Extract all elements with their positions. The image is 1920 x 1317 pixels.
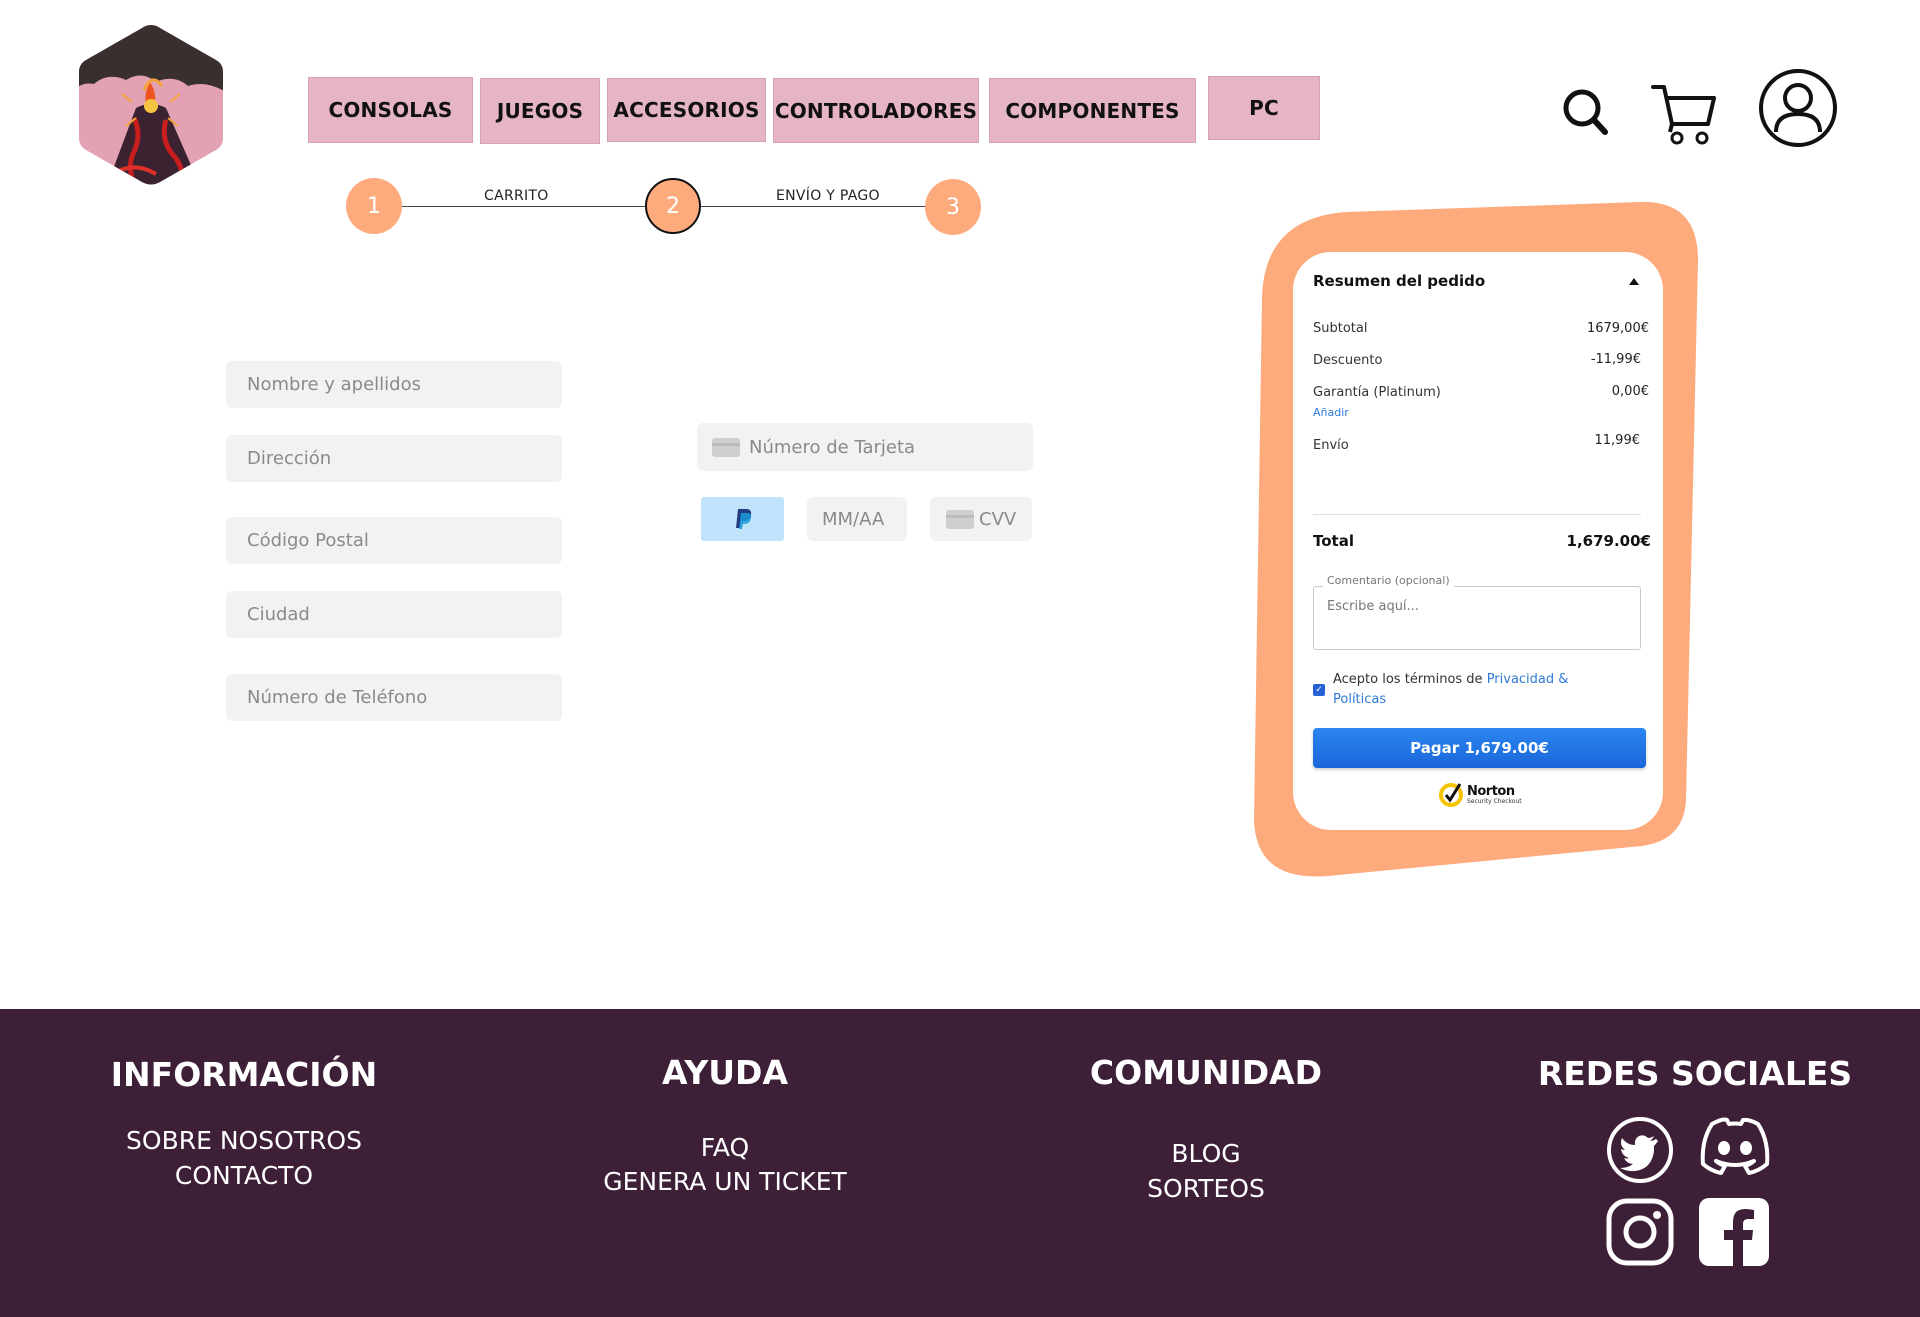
footer-link-faq[interactable]: FAQ bbox=[585, 1133, 865, 1162]
terms-text: Acepto los términos de Privacidad & Polí… bbox=[1333, 672, 1569, 707]
pay-button[interactable]: Pagar 1,679.00€ bbox=[1313, 728, 1646, 768]
discount-label: Descuento bbox=[1313, 353, 1383, 368]
expiry-field[interactable] bbox=[807, 497, 907, 541]
city-field[interactable] bbox=[226, 591, 562, 638]
step-connector bbox=[700, 206, 928, 207]
step-1[interactable]: 1 bbox=[346, 178, 402, 234]
step-label-cart: CARRITO bbox=[484, 188, 549, 204]
order-summary: Resumen del pedido Subtotal 1679,00€ Des… bbox=[1293, 252, 1663, 830]
footer-help-title: AYUDA bbox=[661, 1053, 788, 1092]
paypal-button[interactable] bbox=[701, 497, 784, 541]
step-label-shipping: ENVÍO Y PAGO bbox=[776, 188, 880, 204]
add-warranty-link[interactable]: Añadir bbox=[1313, 406, 1349, 419]
paypal-icon bbox=[735, 509, 751, 529]
footer-link-blog[interactable]: BLOG bbox=[1066, 1139, 1346, 1168]
instagram-icon[interactable] bbox=[1606, 1198, 1674, 1266]
footer-link-about[interactable]: SOBRE NOSOTROS bbox=[104, 1126, 384, 1155]
address-field[interactable] bbox=[226, 435, 562, 482]
volcano-logo[interactable] bbox=[76, 22, 226, 188]
norton-sub: Security Checkout bbox=[1467, 797, 1522, 805]
norton-badge: Norton Security Checkout bbox=[1438, 782, 1522, 808]
footer-link-contact[interactable]: CONTACTO bbox=[104, 1161, 384, 1190]
nav-juegos[interactable]: JUEGOS bbox=[480, 78, 600, 144]
postal-code-field[interactable] bbox=[226, 517, 562, 564]
card-number-input[interactable] bbox=[749, 423, 1033, 471]
card-number-field[interactable] bbox=[697, 423, 1033, 471]
total-value: 1,679.00€ bbox=[1566, 532, 1651, 550]
total-label: Total bbox=[1313, 532, 1354, 550]
norton-check-icon bbox=[1439, 783, 1463, 807]
step-3[interactable]: 3 bbox=[925, 179, 981, 235]
subtotal-label: Subtotal bbox=[1313, 321, 1368, 336]
search-icon[interactable] bbox=[1560, 86, 1610, 138]
footer-community-title: COMUNIDAD bbox=[1089, 1053, 1323, 1092]
cart-icon[interactable] bbox=[1650, 82, 1718, 146]
step-2[interactable]: 2 bbox=[645, 178, 701, 234]
user-icon[interactable] bbox=[1758, 68, 1838, 148]
summary-divider bbox=[1313, 514, 1641, 515]
warranty-value: 0,00€ bbox=[1611, 384, 1649, 399]
shipping-value: 11,99€ bbox=[1594, 433, 1641, 448]
summary-title: Resumen del pedido bbox=[1313, 272, 1486, 290]
collapse-caret-icon[interactable] bbox=[1629, 278, 1639, 285]
discount-value: -11,99€ bbox=[1590, 352, 1641, 367]
nav-componentes[interactable]: COMPONENTES bbox=[989, 78, 1196, 143]
shipping-label: Envío bbox=[1313, 438, 1349, 453]
name-field[interactable] bbox=[226, 361, 562, 408]
discord-icon[interactable] bbox=[1697, 1116, 1773, 1176]
cvv-field[interactable] bbox=[930, 497, 1032, 541]
terms-checkbox[interactable]: ✓ bbox=[1313, 684, 1325, 696]
expiry-input[interactable] bbox=[822, 497, 907, 541]
twitter-icon[interactable] bbox=[1606, 1116, 1674, 1184]
footer-link-giveaways[interactable]: SORTEOS bbox=[1066, 1174, 1346, 1203]
nav-controladores[interactable]: CONTROLADORES bbox=[773, 78, 979, 143]
facebook-icon[interactable] bbox=[1699, 1198, 1769, 1266]
step-connector bbox=[402, 206, 647, 207]
footer-link-ticket[interactable]: GENERA UN TICKET bbox=[585, 1167, 865, 1196]
warranty-label: Garantía (Platinum) bbox=[1313, 385, 1441, 400]
credit-card-icon bbox=[946, 509, 974, 529]
comment-label: Comentario (opcional) bbox=[1323, 574, 1454, 587]
footer-social-title: REDES SOCIALES bbox=[1537, 1054, 1853, 1093]
phone-field[interactable] bbox=[226, 674, 562, 721]
comment-field[interactable] bbox=[1313, 586, 1641, 650]
nav-pc[interactable]: PC bbox=[1208, 76, 1320, 140]
subtotal-value: 1679,00€ bbox=[1586, 321, 1649, 336]
credit-card-icon bbox=[712, 437, 740, 457]
footer-info-title: INFORMACIÓN bbox=[110, 1055, 378, 1094]
cvv-input[interactable] bbox=[979, 497, 1032, 541]
nav-consolas[interactable]: CONSOLAS bbox=[308, 77, 473, 143]
footer: INFORMACIÓN SOBRE NOSOTROS CONTACTO AYUD… bbox=[0, 1009, 1920, 1317]
nav-accesorios[interactable]: ACCESORIOS bbox=[607, 78, 766, 142]
norton-name: Norton bbox=[1467, 783, 1515, 799]
